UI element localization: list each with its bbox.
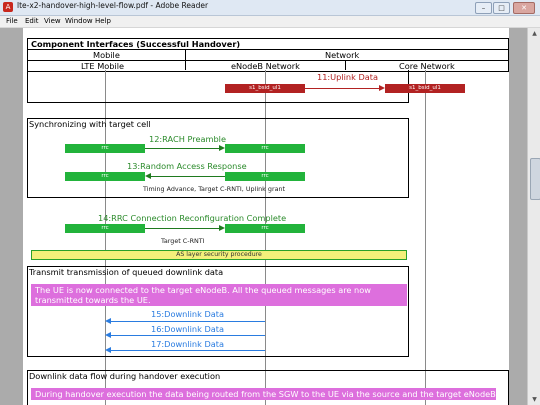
msg-13-target-bar: rrc [65, 172, 145, 181]
vertical-scrollbar[interactable]: ▲ ▼ [527, 28, 540, 405]
transmit-note: The UE is now connected to the target eN… [31, 284, 407, 306]
msg-17-label: 17:Downlink Data [151, 339, 225, 349]
scroll-thumb[interactable] [530, 158, 540, 200]
msg-11-arrow [305, 88, 381, 89]
minimize-button[interactable]: – [475, 2, 492, 14]
pdf-icon: A [3, 2, 13, 12]
msg-11-source-bar: s1_bsid_ul1 [225, 84, 305, 93]
page-title: Component Interfaces (Successful Handove… [31, 39, 241, 49]
mobile-header: Mobile [93, 50, 120, 60]
menu-edit[interactable]: Edit [25, 17, 39, 25]
arrow-left-icon [105, 318, 111, 324]
msg-12-source-bar: rrc [65, 144, 145, 153]
msg-15-label: 15:Downlink Data [151, 309, 225, 319]
downlink-flow-title: Downlink data flow during handover execu… [29, 371, 221, 381]
arrow-left-icon [105, 332, 111, 338]
lifeline-core [425, 70, 426, 405]
arrow-left-icon [105, 347, 111, 353]
msg-11-label: 11:Uplink Data [317, 72, 378, 82]
sync-title: Synchronizing with target cell [29, 119, 151, 129]
downlink-flow-note: During handover execution the data being… [31, 388, 503, 400]
msg-12-arrow [145, 148, 221, 149]
network-header: Network [325, 50, 360, 60]
msg-14-arrow [145, 228, 221, 229]
msg-16-label: 16:Downlink Data [151, 324, 225, 334]
scroll-up-icon[interactable]: ▲ [529, 28, 540, 39]
msg-11-target-bar: s1_bsid_ul1 [385, 84, 465, 93]
close-button[interactable]: ✕ [513, 2, 535, 14]
msg-14-label: 14:RRC Connection Reconfiguration Comple… [98, 213, 287, 223]
menu-window[interactable]: Window [65, 17, 93, 25]
arrow-left-icon [145, 173, 151, 179]
msg-13-note: Timing Advance, Target C-RNTI, Uplink gr… [143, 185, 286, 193]
arrow-right-icon [379, 85, 385, 91]
title-bar: A lte-x2-handover-high-level-flow.pdf - … [0, 0, 540, 16]
msg-12-target-bar: rrc [225, 144, 305, 153]
arrow-right-icon [219, 225, 225, 231]
msg-17-arrow [111, 350, 265, 351]
menu-bar: File Edit View Window Help [0, 16, 540, 28]
msg-13-source-bar: rrc [225, 172, 305, 181]
msg-14-target-bar: rrc [225, 224, 305, 233]
msg-13-label: 13:Random Access Response [127, 161, 247, 171]
as-security-box: AS layer security procedure [31, 250, 407, 260]
msg-16-arrow [111, 335, 265, 336]
transmit-title: Transmit transmission of queued downlink… [29, 267, 224, 277]
msg-15-arrow [111, 321, 265, 322]
msg-14-source-bar: rrc [65, 224, 145, 233]
msg-14-note: Target C-RNTI [161, 237, 205, 245]
msg-13-arrow [149, 176, 225, 177]
menu-file[interactable]: File [6, 17, 18, 25]
menu-help[interactable]: Help [95, 17, 111, 25]
menu-view[interactable]: View [44, 17, 61, 25]
maximize-button[interactable]: □ [493, 2, 510, 14]
msg-12-label: 12:RACH Preamble [149, 134, 226, 144]
scroll-down-icon[interactable]: ▼ [529, 394, 540, 405]
window-title: lte-x2-handover-high-level-flow.pdf - Ad… [17, 1, 209, 10]
pdf-page: Component Interfaces (Successful Handove… [23, 28, 509, 405]
arrow-right-icon [219, 145, 225, 151]
